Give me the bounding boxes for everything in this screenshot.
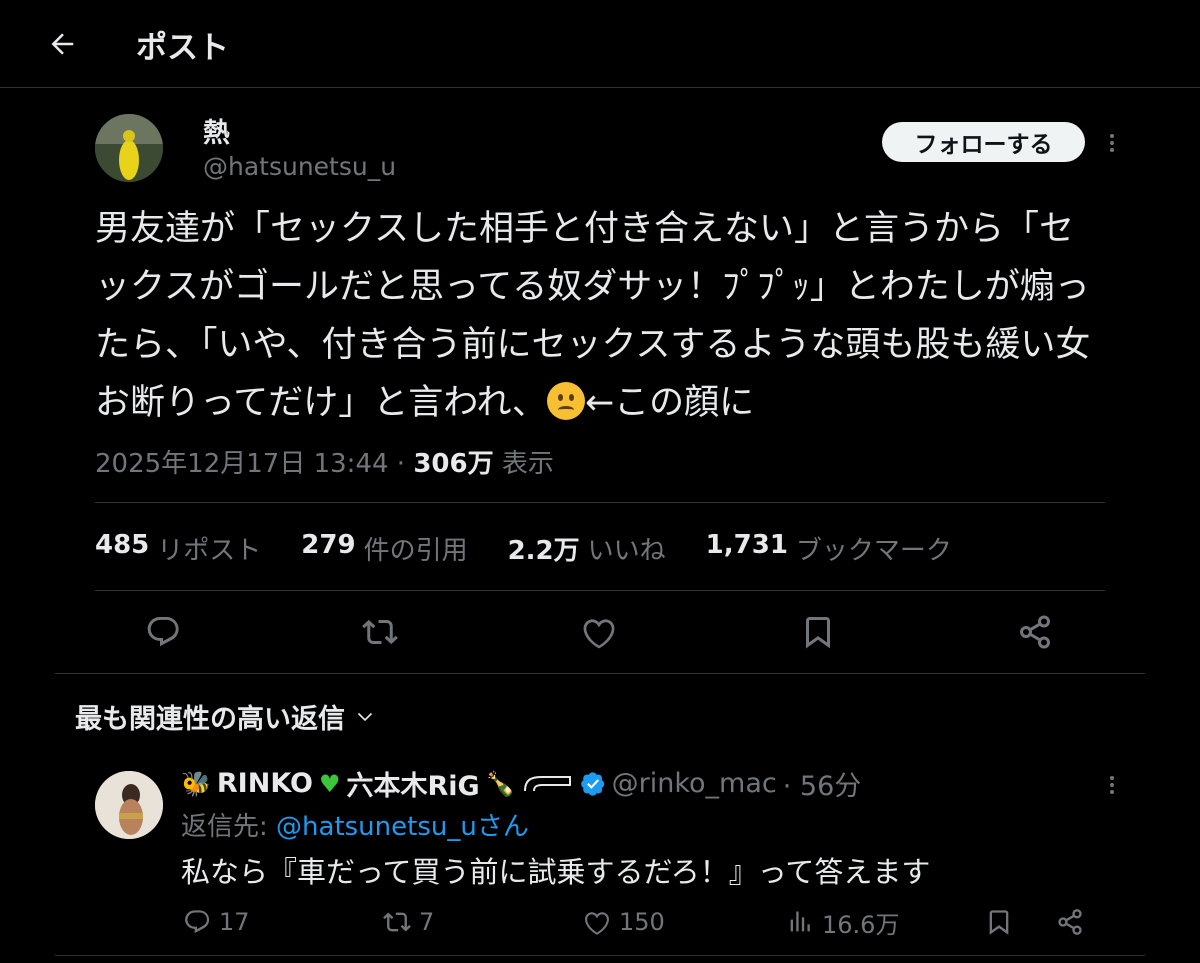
author-name[interactable]: 熱 bbox=[203, 111, 230, 150]
reply-views-action[interactable]: 16.6万 bbox=[786, 905, 899, 939]
view-count: 306万 bbox=[413, 449, 494, 479]
reply-text: 私なら『車だって買う前に試乗するだろ！』って答えます bbox=[181, 855, 931, 889]
decorative-shape-icon bbox=[523, 775, 571, 791]
back-button[interactable] bbox=[38, 20, 86, 68]
reply-sort-dropdown[interactable]: 最も関連性の高い返信 bbox=[75, 697, 375, 736]
reply-to-line: 返信先: @hatsunetsu_uさん bbox=[181, 812, 529, 842]
like-count: 150 bbox=[619, 908, 665, 936]
views-icon bbox=[786, 908, 814, 936]
reply-bookmark-action[interactable] bbox=[985, 905, 1013, 939]
heart-icon bbox=[583, 908, 611, 936]
divider bbox=[55, 955, 1145, 956]
slightly-frowning-face-icon bbox=[546, 382, 585, 420]
divider bbox=[95, 590, 1105, 591]
heart-icon[interactable] bbox=[581, 614, 617, 650]
stat-bookmarks[interactable]: 1,731 ブックマーク bbox=[706, 530, 952, 570]
bookmark-icon bbox=[985, 908, 1013, 936]
stat-likes[interactable]: 2.2万 いいね bbox=[508, 530, 666, 570]
share-icon bbox=[1056, 908, 1084, 936]
more-options-button[interactable] bbox=[1100, 131, 1124, 155]
bookmark-icon[interactable] bbox=[800, 614, 836, 650]
reply-to-mention[interactable]: @hatsunetsu_uさん bbox=[276, 812, 529, 842]
back-arrow-icon bbox=[51, 33, 74, 55]
more-dots-icon bbox=[1110, 776, 1114, 780]
chevron-down-icon bbox=[357, 712, 373, 721]
bottle-icon: 🍾 bbox=[485, 769, 516, 798]
repost-icon[interactable] bbox=[362, 614, 398, 650]
reply-like-action[interactable]: 150 bbox=[583, 905, 665, 939]
post-text-tail: ←この顔に bbox=[584, 383, 755, 423]
stat-reposts[interactable]: 485 リポスト bbox=[95, 530, 261, 570]
more-dots-icon bbox=[1110, 134, 1114, 138]
views-count: 16.6万 bbox=[822, 910, 900, 939]
post-stats: 485 リポスト 279 件の引用 2.2万 いいね 1,731 ブックマーク bbox=[95, 530, 952, 570]
reply-author-name-part2[interactable]: 六本木RiG bbox=[347, 764, 480, 803]
reply-count: 17 bbox=[219, 908, 250, 936]
reply-time[interactable]: · 56分 bbox=[783, 764, 862, 803]
repost-icon bbox=[383, 908, 411, 936]
divider bbox=[55, 673, 1145, 674]
page-title: ポスト bbox=[136, 30, 229, 66]
repost-count: 7 bbox=[419, 908, 435, 936]
reply-share-action[interactable] bbox=[1056, 905, 1084, 939]
post-date[interactable]: 2025年12月17日 13:44 · bbox=[95, 449, 413, 479]
reply-icon bbox=[183, 908, 211, 936]
reply-author-name-part1[interactable]: RINKO bbox=[217, 768, 313, 799]
view-label: 表示 bbox=[493, 449, 554, 479]
reply-sort-label: 最も関連性の高い返信 bbox=[75, 704, 345, 735]
reply-icon[interactable] bbox=[145, 614, 181, 650]
author-handle[interactable]: @hatsunetsu_u bbox=[203, 152, 396, 181]
verified-badge-icon bbox=[580, 771, 604, 796]
follow-button[interactable]: フォローする bbox=[882, 122, 1085, 162]
reply-reply-action[interactable]: 17 bbox=[183, 905, 250, 939]
divider bbox=[95, 502, 1105, 503]
reply-repost-action[interactable]: 7 bbox=[383, 905, 434, 939]
reply-avatar[interactable] bbox=[95, 771, 163, 839]
stat-quotes[interactable]: 279 件の引用 bbox=[301, 530, 467, 570]
reply-author-handle[interactable]: @rinko_mac bbox=[612, 768, 777, 799]
green-heart-icon: ♥ bbox=[319, 769, 341, 798]
top-bar: ポスト bbox=[0, 0, 1200, 88]
post-text: 男友達が「セックスした相手と付き合えない」と言うから「セックスがゴールだと思って… bbox=[95, 200, 1105, 432]
reply-more-options-button[interactable] bbox=[1100, 773, 1124, 797]
share-icon[interactable] bbox=[1017, 614, 1053, 650]
bee-icon: 🐝 bbox=[181, 769, 211, 798]
author-avatar[interactable] bbox=[95, 114, 163, 182]
reply-header: 🐝 RINKO ♥ 六本木RiG 🍾 @rinko_mac · 56分 bbox=[181, 764, 861, 803]
post-meta: 2025年12月17日 13:44 · 306万 表示 bbox=[95, 443, 554, 480]
